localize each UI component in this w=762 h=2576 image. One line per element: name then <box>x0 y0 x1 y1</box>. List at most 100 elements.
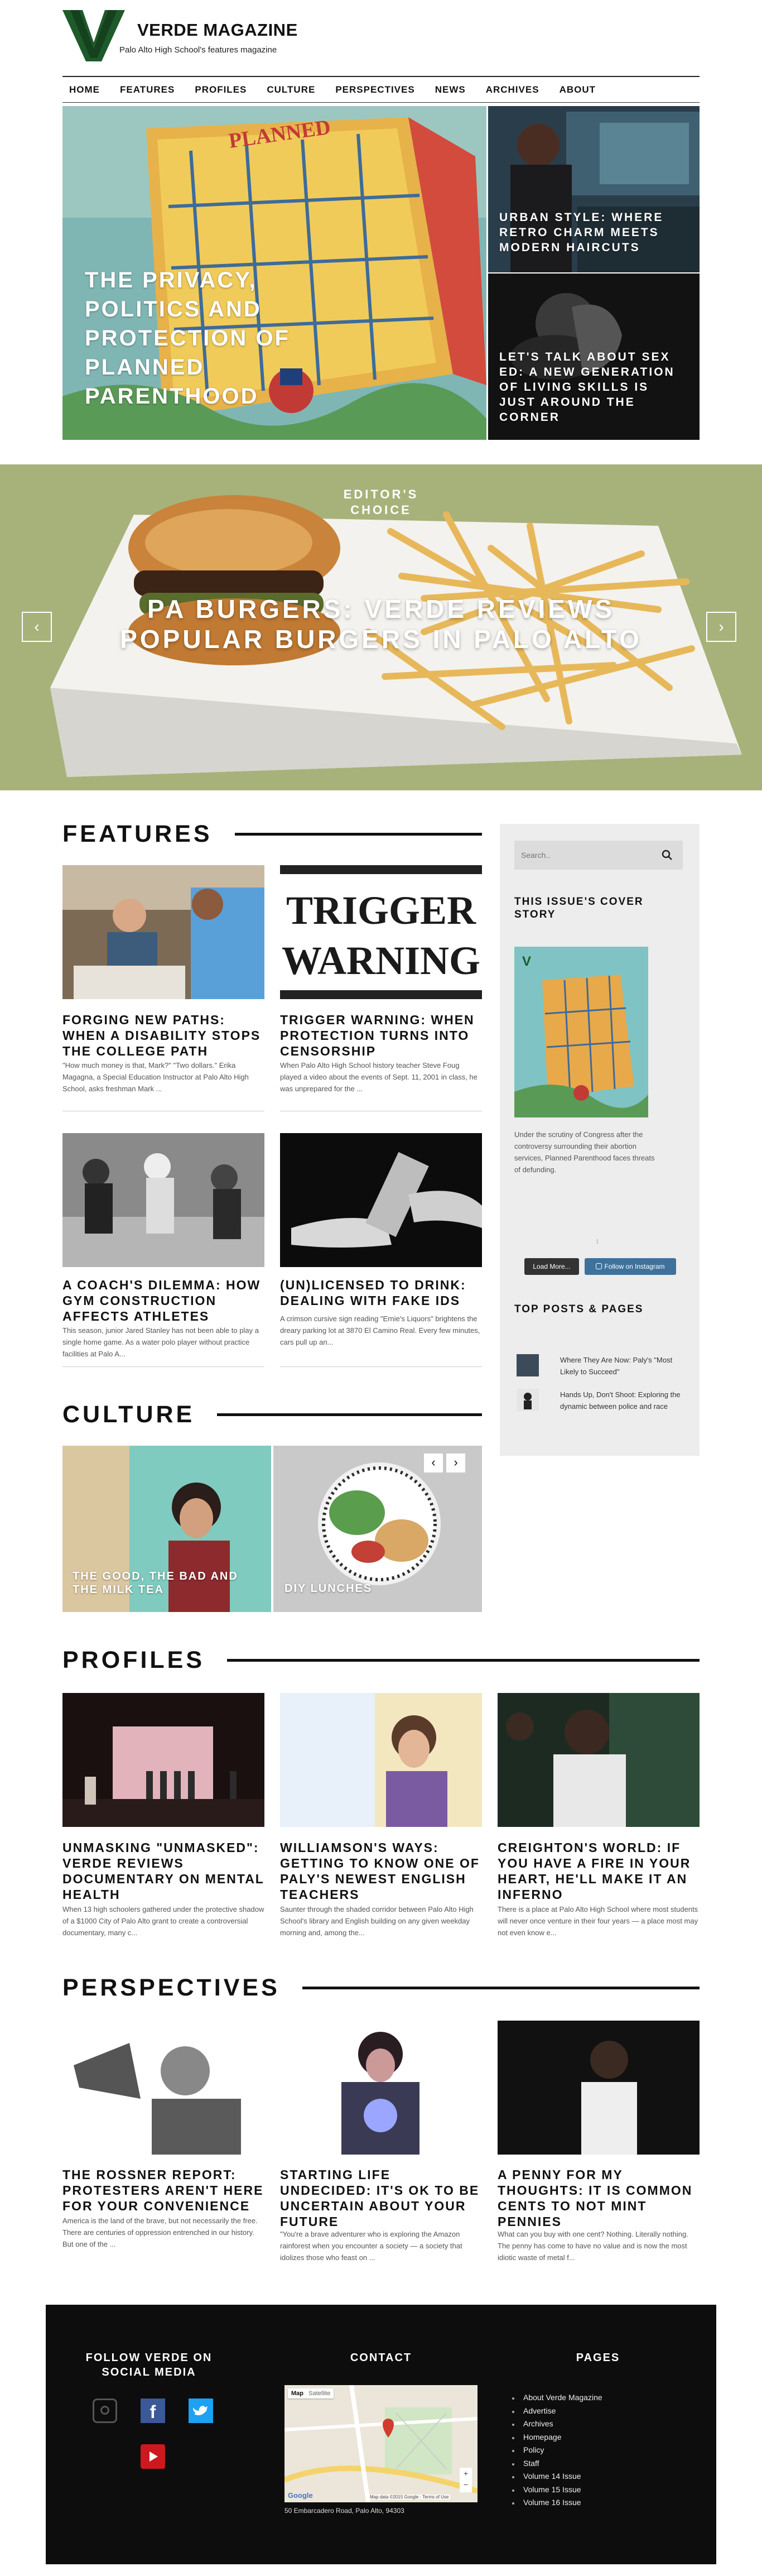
nav-features[interactable]: FEATURES <box>120 84 175 95</box>
contact-map[interactable]: Map Satellite + − Google Map data ©2015 G… <box>284 2385 478 2502</box>
perspective-title-3[interactable]: A PENNY FOR MY THOUGHTS: IT IS COMMON CE… <box>498 2167 700 2229</box>
feature-title-2[interactable]: TRIGGER WARNING: WHEN PROTECTION TURNS I… <box>280 1012 482 1059</box>
instagram-icon <box>596 1263 602 1269</box>
perspectives-heading: PERSPECTIVES <box>62 1974 700 2002</box>
hero-main-story[interactable]: PLANNED THE PRIVACY, POLITICS AND PROTEC… <box>62 106 486 440</box>
profile-title-3[interactable]: CREIGHTON'S WORLD: IF YOU HAVE A FIRE IN… <box>498 1840 700 1902</box>
feature-excerpt-3: This season, junior Jared Stanley has no… <box>62 1326 259 1358</box>
feature-title-4[interactable]: (UN)LICENSED TO DRINK: DEALING WITH FAKE… <box>280 1277 482 1308</box>
footer-page-link[interactable]: Homepage <box>517 2433 562 2441</box>
feature-excerpt-1: "How much money is that, Mark?" "Two dol… <box>62 1061 249 1093</box>
slider-next-button[interactable]: › <box>706 612 736 642</box>
instagram-icon[interactable] <box>93 2398 117 2423</box>
perspective-excerpt-2: "You're a brave adventurer who is explor… <box>280 2230 462 2262</box>
footer-page-link[interactable]: Advertise <box>517 2406 556 2415</box>
profile-image-2[interactable] <box>280 1693 482 1827</box>
profile-image-3[interactable] <box>498 1693 700 1827</box>
instagram-load-more-button[interactable]: Load More... <box>524 1258 579 1275</box>
feature-title-3[interactable]: A COACH'S DILEMMA: HOW GYM CONSTRUCTION … <box>62 1277 264 1324</box>
pages-heading: PAGES <box>576 2352 620 2364</box>
culture-slide-1[interactable]: THE GOOD, THE BAD AND THE MILK TEA <box>62 1446 271 1612</box>
nav-culture[interactable]: CULTURE <box>267 84 315 95</box>
slider-prev-button[interactable]: ‹ <box>22 612 52 642</box>
search-input[interactable] <box>521 847 655 863</box>
footer-page-link[interactable]: Staff <box>517 2459 539 2468</box>
search-icon[interactable] <box>660 848 674 862</box>
hero-side-story-2[interactable]: LET'S TALK ABOUT SEX ED: A NEW GENERATIO… <box>488 274 700 440</box>
feature-title-1[interactable]: FORGING NEW PATHS: WHEN A DISABILITY STO… <box>62 1012 264 1059</box>
cover-story-image[interactable]: V <box>514 947 648 1117</box>
profile-title-1[interactable]: UNMASKING "UNMASKED": VERDE REVIEWS DOCU… <box>62 1840 264 1902</box>
perspective-image-2[interactable] <box>280 2021 482 2155</box>
map-type-control[interactable]: Map Satellite <box>288 2388 334 2398</box>
footer-page-link[interactable]: Policy <box>517 2445 544 2454</box>
contact-heading: CONTACT <box>350 2352 412 2364</box>
twitter-icon[interactable] <box>189 2398 213 2423</box>
culture-prev-button[interactable]: ‹ <box>424 1454 443 1472</box>
culture-heading: CULTURE <box>62 1401 482 1428</box>
instagram-placeholder-icon: ↕ <box>596 1237 599 1245</box>
trigger-image-word-1: TRIGGER <box>286 888 476 933</box>
feature-image-2[interactable]: TRIGGER WARNING <box>280 865 482 999</box>
perspective-excerpt-1: America is the land of the brave, but no… <box>62 2217 258 2248</box>
bullet-icon <box>512 2450 514 2452</box>
nav-perspectives[interactable]: PERSPECTIVES <box>335 84 414 95</box>
search-box[interactable] <box>514 841 683 870</box>
instagram-follow-button[interactable]: Follow on Instagram <box>585 1258 676 1275</box>
map-tab-satellite[interactable]: Satellite <box>308 2390 330 2397</box>
nav-home[interactable]: HOME <box>69 84 100 95</box>
perspective-image-1[interactable] <box>62 2021 264 2155</box>
perspective-image-3[interactable] <box>498 2021 700 2155</box>
footer-page-link[interactable]: About Verde Magazine <box>517 2393 602 2402</box>
nav-about[interactable]: ABOUT <box>560 84 596 95</box>
perspective-title-1[interactable]: THE ROSSNER REPORT: PROTESTERS AREN'T HE… <box>62 2167 264 2214</box>
site-title[interactable]: VERDE MAGAZINE <box>137 20 298 40</box>
editors-choice-title[interactable]: PA BURGERS: VERDE REVIEWS POPULAR BURGER… <box>102 594 660 654</box>
bullet-icon <box>512 2410 514 2413</box>
top-post-link-1[interactable]: Where They Are Now: Paly's "Most Likely … <box>560 1354 686 1378</box>
hero-side1-title[interactable]: URBAN STYLE: WHERE RETRO CHARM MEETS MOD… <box>499 210 683 255</box>
footer-page-link[interactable]: Archives <box>517 2419 553 2428</box>
map-attribution: Map data ©2015 Google · Terms of Use <box>368 2495 451 2500</box>
top-post-link-2[interactable]: Hands Up, Don't Shoot: Exploring the dyn… <box>560 1389 686 1412</box>
facebook-icon[interactable]: f <box>141 2398 165 2423</box>
nav-news[interactable]: NEWS <box>435 84 466 95</box>
verde-logo[interactable] <box>62 10 125 61</box>
profile-excerpt-1: When 13 high schoolers gathered under th… <box>62 1905 264 1937</box>
heading-rule <box>302 1987 700 1989</box>
profiles-heading: PROFILES <box>62 1647 700 1674</box>
map-tab-map[interactable]: Map <box>291 2390 303 2397</box>
culture-slide-2[interactable]: DIY LUNCHES ‹ › <box>273 1446 482 1612</box>
feature-image-1[interactable] <box>62 865 264 999</box>
heading-rule <box>234 833 482 836</box>
follow-heading: FOLLOW VERDE ON SOCIAL MEDIA <box>85 2352 213 2378</box>
hero-side2-title[interactable]: LET'S TALK ABOUT SEX ED: A NEW GENERATIO… <box>499 349 683 425</box>
culture-slide-1-title[interactable]: THE GOOD, THE BAD AND THE MILK TEA <box>73 1570 240 1596</box>
nav-archives[interactable]: ARCHIVES <box>486 84 539 95</box>
top-post-thumb-2[interactable] <box>517 1389 539 1411</box>
heading-rule <box>227 1659 700 1662</box>
top-posts-heading: TOP POSTS & PAGES <box>514 1303 644 1315</box>
main-nav: HOME FEATURES PROFILES CULTURE PERSPECTI… <box>62 76 700 103</box>
map-zoom-control[interactable]: + − <box>460 2468 472 2492</box>
footer-page-link[interactable]: Volume 15 Issue <box>517 2485 581 2494</box>
feature-image-4[interactable] <box>280 1133 482 1267</box>
bullet-icon <box>512 2463 514 2465</box>
editors-choice-label: EDITOR'S CHOICE <box>343 487 419 517</box>
perspective-title-2[interactable]: STARTING LIFE UNDECIDED: IT'S OK TO BE U… <box>280 2167 482 2229</box>
features-heading-text: FEATURES <box>62 821 213 847</box>
culture-slide-2-title[interactable]: DIY LUNCHES <box>284 1582 452 1595</box>
hero-main-title[interactable]: THE PRIVACY, POLITICS AND PROTECTION OF … <box>85 266 347 411</box>
footer-page-link[interactable]: Volume 16 Issue <box>517 2498 581 2507</box>
feature-image-3[interactable] <box>62 1133 264 1267</box>
culture-next-button[interactable]: › <box>446 1454 465 1472</box>
editors-choice-slider[interactable]: EDITOR'S CHOICE PA BURGERS: VERDE REVIEW… <box>0 464 762 790</box>
youtube-icon[interactable] <box>141 2444 165 2469</box>
hero-side-story-1[interactable]: URBAN STYLE: WHERE RETRO CHARM MEETS MOD… <box>488 106 700 272</box>
perspective-excerpt-3: What can you buy with one cent? Nothing.… <box>498 2230 688 2262</box>
footer-page-link[interactable]: Volume 14 Issue <box>517 2472 581 2481</box>
nav-profiles[interactable]: PROFILES <box>195 84 247 95</box>
profile-image-1[interactable] <box>62 1693 264 1827</box>
profile-title-2[interactable]: WILLIAMSON'S WAYS: GETTING TO KNOW ONE O… <box>280 1840 482 1902</box>
top-post-thumb-1[interactable] <box>517 1354 539 1376</box>
